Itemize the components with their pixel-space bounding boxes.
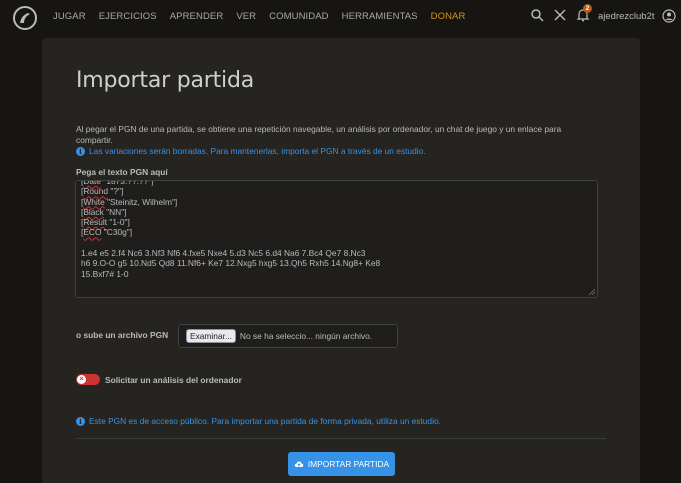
- nav-puzzles[interactable]: EJERCICIOS: [99, 11, 157, 22]
- user-avatar-icon[interactable]: [662, 9, 676, 23]
- info-icon: i: [76, 416, 85, 426]
- resize-handle-icon[interactable]: [588, 288, 596, 296]
- browse-button[interactable]: Examinar...: [186, 329, 236, 343]
- divider: [76, 438, 606, 439]
- import-panel: Importar partida Al pegar el PGN de una …: [42, 38, 640, 483]
- pgn-label: Pega el texto PGN aquí: [76, 167, 168, 177]
- import-game-button-label: IMPORTAR PARTIDA: [307, 459, 390, 469]
- top-icons: 2: [530, 4, 599, 22]
- analysis-toggle-row: × Solicitar un análisis del ordenador: [76, 374, 242, 385]
- file-upload-input[interactable]: Examinar... No se ha seleccio... ningún …: [178, 324, 398, 348]
- lichess-logo-icon[interactable]: [12, 5, 38, 31]
- notifications-bell-icon[interactable]: 2: [576, 4, 592, 22]
- notification-badge: 2: [583, 4, 592, 13]
- nav-learn[interactable]: APRENDER: [170, 11, 224, 22]
- file-status-text: No se ha seleccio... ningún archivo.: [239, 331, 373, 341]
- search-icon[interactable]: [530, 8, 544, 22]
- nav-community[interactable]: COMUNIDAD: [269, 11, 328, 22]
- challenge-swords-icon[interactable]: [553, 8, 567, 22]
- analysis-toggle-label[interactable]: Solicitar un análisis del ordenador: [105, 375, 242, 385]
- nav-watch[interactable]: VER: [236, 11, 256, 22]
- analysis-toggle[interactable]: ×: [76, 374, 100, 385]
- variations-note: i Las variaciones serán borradas. Para m…: [76, 146, 426, 156]
- public-note: i Este PGN es de acceso público. Para im…: [76, 416, 441, 426]
- top-navigation: JUGAR EJERCICIOS APRENDER VER COMUNIDAD …: [0, 0, 681, 34]
- toggle-off-x-icon: ×: [77, 375, 86, 384]
- nav-tools[interactable]: HERRAMIENTAS: [342, 11, 418, 22]
- file-upload-label: o sube un archivo PGN: [76, 330, 169, 340]
- nav-play[interactable]: JUGAR: [53, 11, 86, 22]
- public-note-text[interactable]: Este PGN es de acceso público. Para impo…: [89, 416, 441, 426]
- pgn-textarea-content: [Date "1873.??.??"] [Round "?"] [White "…: [81, 180, 381, 279]
- page-title: Importar partida: [76, 68, 255, 93]
- nav-donate[interactable]: DONAR: [431, 11, 466, 22]
- variations-note-text[interactable]: Las variaciones serán borradas. Para man…: [89, 146, 426, 156]
- main-menu: JUGAR EJERCICIOS APRENDER VER COMUNIDAD …: [53, 11, 478, 22]
- intro-text: Al pegar el PGN de una partida, se obtie…: [76, 124, 562, 145]
- cloud-upload-icon: [294, 461, 304, 467]
- username-link[interactable]: ajedrezclub2t: [598, 11, 655, 22]
- pgn-textarea[interactable]: [Date "1873.??.??"] [Round "?"] [White "…: [75, 180, 598, 298]
- import-game-button[interactable]: IMPORTAR PARTIDA: [288, 452, 395, 476]
- info-icon: i: [76, 146, 85, 156]
